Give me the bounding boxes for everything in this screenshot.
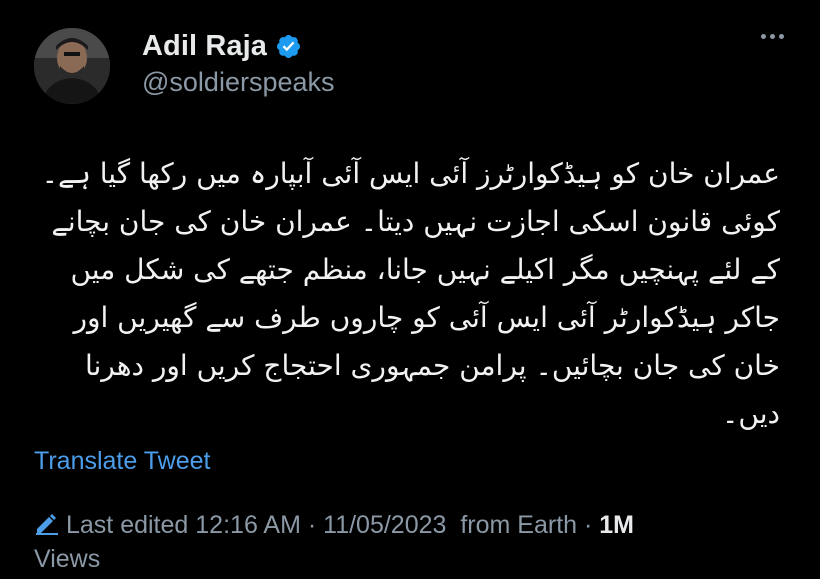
author-display-name[interactable]: Adil Raja: [142, 30, 267, 63]
more-dot: [770, 34, 775, 39]
meta-separator: ·: [584, 511, 593, 539]
tweet-source: from Earth: [460, 511, 578, 539]
avatar[interactable]: [34, 28, 110, 104]
tweet-time[interactable]: 12:16 AM: [195, 511, 301, 539]
edited-label[interactable]: Last edited: [66, 511, 188, 539]
tweet-card: Adil Raja @soldierspeaks عمران خان کو ہی…: [0, 0, 820, 579]
views-label: Views: [34, 545, 101, 573]
meta-separator: ·: [307, 511, 317, 539]
tweet-text: عمران خان کو ہیڈکوارٹرز آئی ایس آئی آبپا…: [32, 157, 780, 430]
tweet-metadata: Last edited 12:16 AM · 11/05/2023 from E…: [34, 508, 794, 576]
author-name-row: Adil Raja: [142, 30, 335, 63]
avatar-photo: [34, 28, 110, 104]
author-info: Adil Raja @soldierspeaks: [142, 30, 335, 98]
pencil-edit-icon[interactable]: [34, 510, 60, 535]
verified-badge-icon[interactable]: [275, 33, 302, 60]
author-handle[interactable]: @soldierspeaks: [142, 67, 335, 98]
translate-tweet-link[interactable]: Translate Tweet: [34, 447, 210, 476]
more-dot: [761, 34, 766, 39]
more-dot: [779, 34, 784, 39]
views-count: 1M: [599, 511, 635, 539]
tweet-date[interactable]: 11/05/2023: [323, 511, 446, 539]
more-options-icon[interactable]: [761, 34, 784, 39]
